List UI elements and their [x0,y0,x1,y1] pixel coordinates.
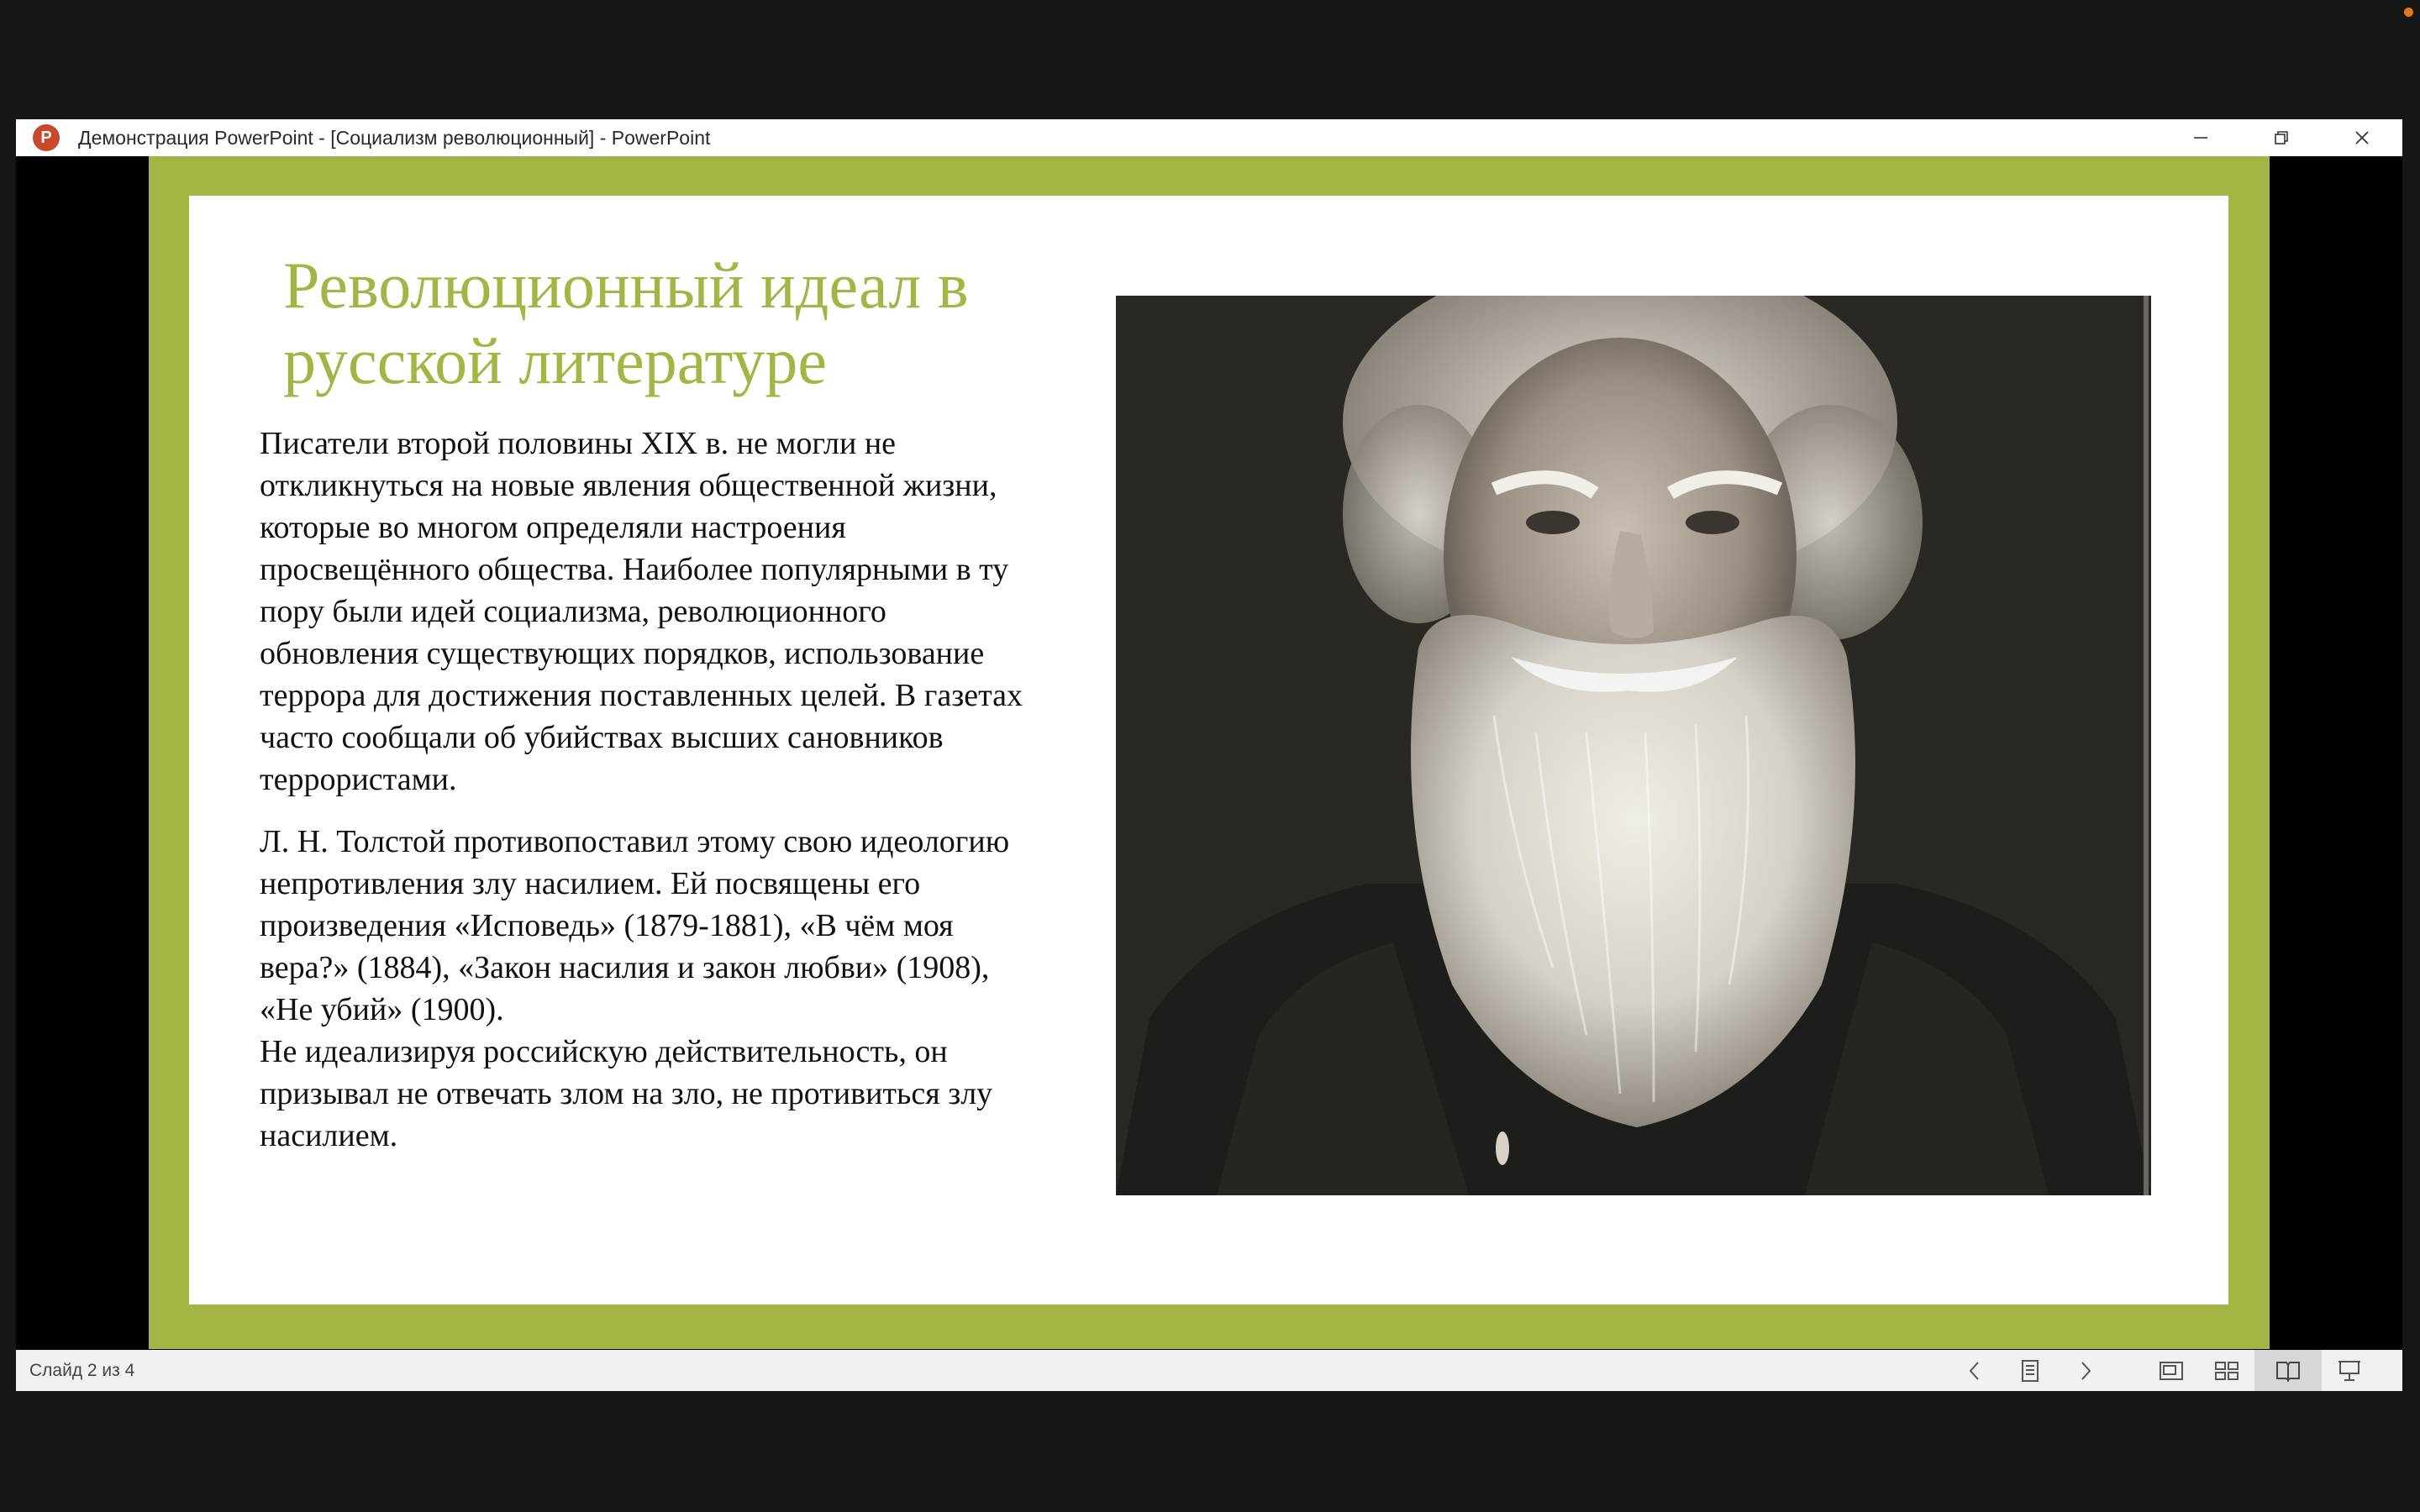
portrait-photo [1116,296,2151,1195]
slideshow-button[interactable] [2322,1350,2377,1391]
minimize-button[interactable] [2160,119,2241,156]
powerpoint-app-icon: P [33,124,63,151]
normal-view-icon [2160,1361,2183,1380]
normal-view-button[interactable] [2144,1350,2199,1391]
slide-sorter-icon [2215,1361,2238,1380]
slide-title: Революционный идеал в русской литературе [283,249,969,397]
paragraph-nonresistance: Не идеализируя российскую действительнос… [260,1034,993,1153]
status-bar: Слайд 2 из 4 [16,1350,2402,1391]
notification-dot [2404,8,2413,17]
slide[interactable]: Революционный идеал в русской литературе… [149,156,2270,1349]
minimize-icon [2194,137,2207,139]
powerpoint-window: P Демонстрация PowerPoint - [Социализм р… [16,119,2402,1391]
restore-button[interactable] [2241,119,2322,156]
screen: P Демонстрация PowerPoint - [Социализм р… [0,0,2420,1512]
slide-content: Революционный идеал в русской литературе… [189,196,2228,1305]
paragraph-tolstoy: Л. Н. Толстой противопоставил этому свою… [260,824,1010,1027]
restore-icon [2275,131,2288,144]
slide-counter: Слайд 2 из 4 [29,1360,135,1380]
previous-slide-button[interactable] [1947,1350,2002,1391]
close-button[interactable] [2322,119,2402,156]
notes-menu-button[interactable] [2002,1350,2058,1391]
notes-menu-icon [2022,1359,2039,1382]
next-slide-button[interactable] [2058,1350,2113,1391]
paragraph-writers: Писатели второй половины XIX в. не могли… [260,426,1023,797]
portrait-illustration [1116,296,2151,1195]
previous-icon [1969,1361,1979,1380]
slide-sorter-button[interactable] [2199,1350,2254,1391]
slideshow-icon [2338,1360,2360,1381]
window-title: Демонстрация PowerPoint - [Социализм рев… [78,126,711,149]
window-controls [2160,119,2402,156]
view-controls [1947,1350,2402,1391]
title-bar: P Демонстрация PowerPoint - [Социализм р… [16,119,2402,156]
next-icon [2081,1361,2091,1380]
close-icon [2355,131,2369,144]
slide-body-text: Писатели второй половины XIX в. не могли… [260,423,1050,1177]
reading-view-icon [2276,1361,2300,1382]
reading-view-button[interactable] [2254,1350,2322,1391]
